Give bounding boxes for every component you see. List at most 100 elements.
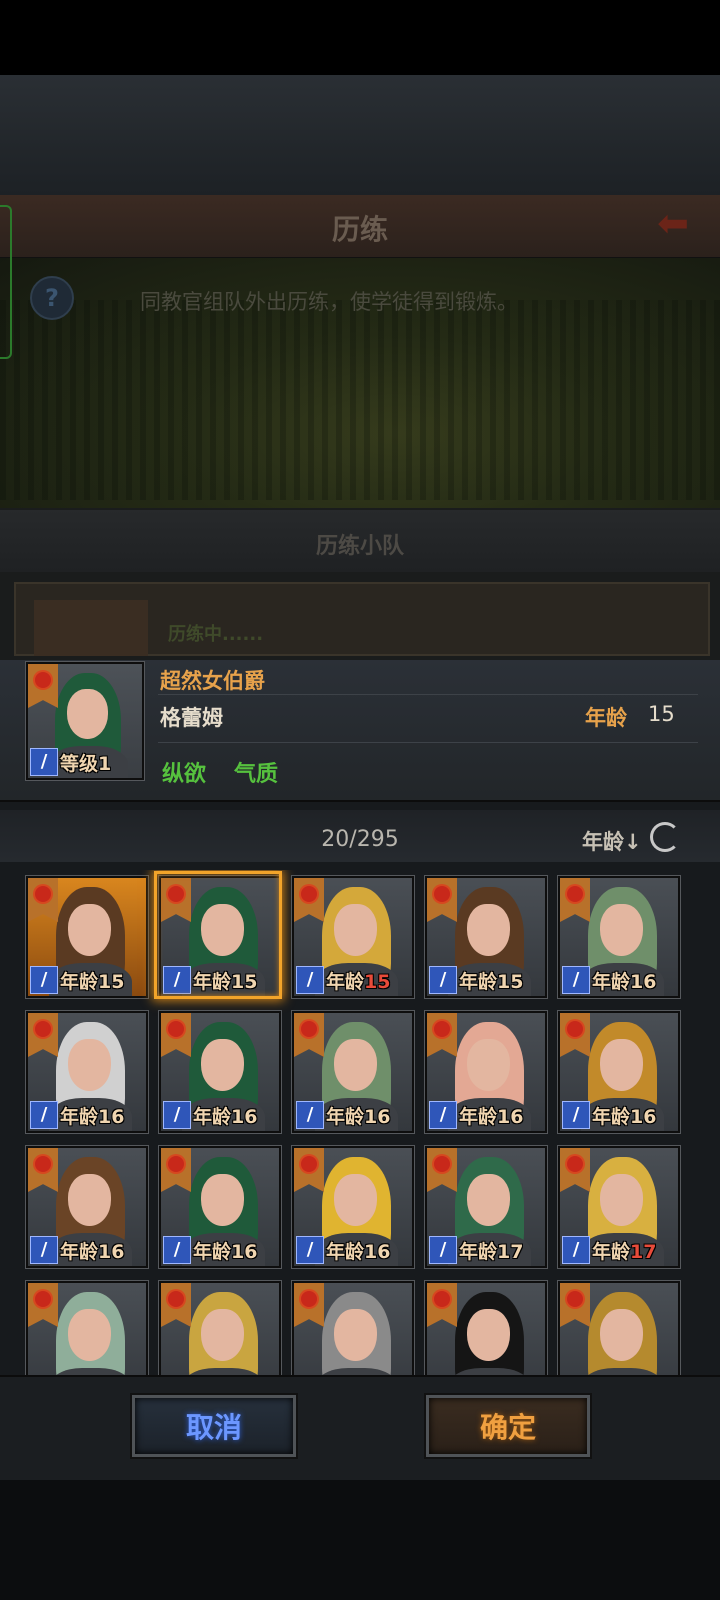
character-card[interactable]: / 年龄15 (424, 875, 548, 999)
faction-banner-icon (560, 878, 590, 922)
sword-icon: / (163, 1101, 191, 1129)
faction-banner-icon (28, 1148, 58, 1192)
hero-title: 超然女伯爵 (160, 669, 265, 693)
bottom-area (0, 1480, 720, 1600)
hero-level: 等级1 (60, 753, 112, 775)
hero-age-label: 年龄 (585, 706, 627, 730)
character-card[interactable]: / 年龄17 (424, 1145, 548, 1269)
character-face (201, 1308, 244, 1361)
character-card[interactable]: / 年龄16 (158, 1010, 282, 1134)
squad-status: 历练中...... (168, 624, 264, 645)
faction-banner-icon (427, 878, 457, 922)
character-card[interactable]: / 年龄16 (158, 1145, 282, 1269)
character-card[interactable]: / 年龄15 (25, 875, 149, 999)
age-number: 16 (231, 1106, 258, 1128)
character-card[interactable]: / 年龄17 (557, 1145, 681, 1269)
character-age: 年龄17 (592, 1237, 656, 1264)
age-number: 17 (630, 1241, 657, 1263)
hero-trait: 纵欲 (162, 762, 207, 787)
faction-banner-icon (427, 1283, 457, 1327)
hero-portrait: / 等级1 (25, 661, 145, 781)
character-face (467, 1173, 510, 1226)
faction-banner-icon (28, 878, 58, 922)
age-text: 年龄 (592, 1241, 631, 1263)
divider (158, 742, 698, 743)
character-card[interactable] (557, 1280, 681, 1375)
age-text: 年龄 (60, 1241, 99, 1263)
character-card[interactable]: / 年龄16 (557, 1010, 681, 1134)
faction-banner-icon (28, 1283, 58, 1327)
sword-icon: / (296, 1101, 324, 1129)
character-face (334, 903, 377, 956)
sword-icon: / (562, 966, 590, 994)
back-arrow-icon[interactable]: ⬅ (648, 204, 698, 242)
age-number: 17 (497, 1241, 524, 1263)
top-bar (0, 0, 720, 75)
sword-icon: / (562, 1236, 590, 1264)
age-number: 15 (497, 971, 524, 993)
faction-banner-icon (560, 1013, 590, 1057)
character-card[interactable]: / 年龄16 (557, 875, 681, 999)
character-age: 年龄16 (592, 1102, 656, 1129)
character-age: 年龄16 (193, 1102, 257, 1129)
character-card[interactable]: / 年龄16 (25, 1145, 149, 1269)
character-face (467, 1038, 510, 1091)
character-card[interactable] (424, 1280, 548, 1375)
faction-banner-icon (28, 1013, 58, 1057)
character-face (467, 903, 510, 956)
age-number: 16 (364, 1241, 391, 1263)
cancel-button[interactable]: 取消 (132, 1395, 296, 1457)
sword-icon: / (163, 1236, 191, 1264)
background-band (0, 75, 720, 195)
age-text: 年龄 (193, 1241, 232, 1263)
character-age: 年龄16 (60, 1102, 124, 1129)
training-title: 历练 (331, 213, 388, 246)
sword-icon: / (429, 1101, 457, 1129)
sword-icon: / (296, 966, 324, 994)
sword-icon: / (296, 1236, 324, 1264)
faction-banner-icon (161, 1148, 191, 1192)
character-card[interactable]: / 年龄16 (424, 1010, 548, 1134)
character-card[interactable] (25, 1280, 149, 1375)
character-age: 年龄16 (326, 1237, 390, 1264)
character-age: 年龄17 (459, 1237, 523, 1264)
refresh-icon[interactable] (650, 822, 680, 852)
action-bar (0, 1375, 720, 1482)
age-text: 年龄 (326, 1106, 365, 1128)
age-text: 年龄 (326, 971, 365, 993)
age-text: 年龄 (459, 971, 498, 993)
character-face (334, 1173, 377, 1226)
faction-banner-icon (560, 1283, 590, 1327)
character-age: 年龄16 (459, 1102, 523, 1129)
sword-icon: / (30, 1101, 58, 1129)
age-text: 年龄 (459, 1106, 498, 1128)
side-tab (0, 205, 12, 359)
character-face (600, 1038, 643, 1091)
age-number: 16 (364, 1106, 391, 1128)
hero-age-value: 15 (648, 702, 675, 726)
sword-icon: / (30, 1236, 58, 1264)
character-face (201, 1038, 244, 1091)
hero-name: 格蕾姆 (160, 706, 223, 730)
faction-banner-icon (161, 1283, 191, 1327)
selection-frame (154, 871, 282, 999)
help-icon[interactable]: ? (30, 276, 74, 320)
age-text: 年龄 (60, 1106, 99, 1128)
character-card[interactable]: / 年龄16 (291, 1010, 415, 1134)
sort-by-age-button[interactable]: 年龄↓ (582, 826, 642, 856)
hero-face (66, 689, 108, 740)
character-card[interactable]: / 年龄15 (291, 875, 415, 999)
character-card[interactable] (158, 1280, 282, 1375)
character-age: 年龄16 (326, 1102, 390, 1129)
character-card[interactable]: / 年龄16 (25, 1010, 149, 1134)
confirm-button[interactable]: 确定 (426, 1395, 590, 1457)
faction-banner-icon (427, 1013, 457, 1057)
hero-trait: 气质 (234, 762, 279, 787)
character-card[interactable]: / 年龄16 (291, 1145, 415, 1269)
character-face (334, 1038, 377, 1091)
character-face (467, 1308, 510, 1361)
sword-icon: / (429, 1236, 457, 1264)
character-card[interactable] (291, 1280, 415, 1375)
character-face (600, 903, 643, 956)
faction-banner-icon (294, 1148, 324, 1192)
